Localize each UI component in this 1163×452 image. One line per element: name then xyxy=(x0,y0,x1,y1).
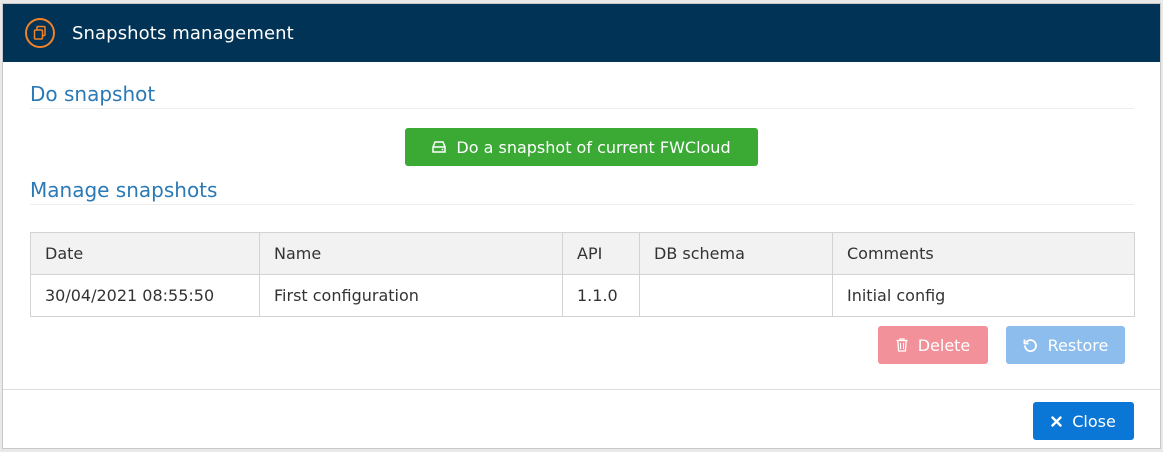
column-header-db-schema[interactable]: DB schema xyxy=(639,232,833,275)
times-icon xyxy=(1051,415,1062,427)
delete-label: Delete xyxy=(917,335,971,355)
section-divider xyxy=(30,204,1134,205)
hdd-icon xyxy=(432,141,447,153)
column-header-comments[interactable]: Comments xyxy=(832,232,1135,275)
restore-button[interactable]: Restore xyxy=(1006,326,1125,364)
table-header-row: Date Name API DB schema Comments xyxy=(30,232,1135,275)
cell-api: 1.1.0 xyxy=(562,274,640,317)
section-title-manage-snapshots: Manage snapshots xyxy=(30,178,218,202)
undo-icon xyxy=(1023,338,1038,353)
copy-icon xyxy=(25,18,55,48)
column-header-api[interactable]: API xyxy=(562,232,640,275)
do-snapshot-label: Do a snapshot of current FWCloud xyxy=(456,137,731,157)
table-row[interactable]: 30/04/2021 08:55:50 First configuration … xyxy=(30,274,1135,317)
footer-divider xyxy=(3,389,1160,390)
restore-label: Restore xyxy=(1047,335,1109,355)
do-snapshot-button[interactable]: Do a snapshot of current FWCloud xyxy=(405,128,758,166)
close-label: Close xyxy=(1072,411,1116,431)
cell-db-schema xyxy=(639,274,833,317)
column-header-name[interactable]: Name xyxy=(259,232,563,275)
column-header-date[interactable]: Date xyxy=(30,232,260,275)
close-button[interactable]: Close xyxy=(1033,402,1134,440)
cell-date: 30/04/2021 08:55:50 xyxy=(30,274,260,317)
cell-name: First configuration xyxy=(259,274,563,317)
section-divider xyxy=(30,108,1134,109)
snapshots-table: Date Name API DB schema Comments 30/04/2… xyxy=(30,232,1135,317)
modal-header: Snapshots management xyxy=(3,4,1160,62)
trash-icon xyxy=(896,338,908,352)
delete-button[interactable]: Delete xyxy=(878,326,988,364)
section-title-do-snapshot: Do snapshot xyxy=(30,82,156,106)
modal-title: Snapshots management xyxy=(72,22,294,44)
cell-comments: Initial config xyxy=(832,274,1135,317)
snapshots-modal: Snapshots management Do snapshot Do a sn… xyxy=(2,3,1161,449)
